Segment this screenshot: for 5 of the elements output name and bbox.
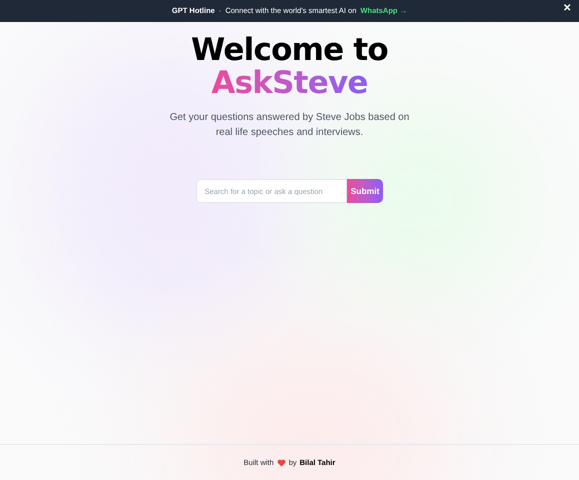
close-button[interactable]: ✕ xyxy=(563,4,571,14)
subtitle: Get your questions answered by Steve Jobs based on real life speeches and interviews. xyxy=(170,111,410,140)
submit-button[interactable]: Submit xyxy=(346,179,384,203)
title: Welcome to xyxy=(191,34,388,66)
heart-icon xyxy=(276,458,286,466)
